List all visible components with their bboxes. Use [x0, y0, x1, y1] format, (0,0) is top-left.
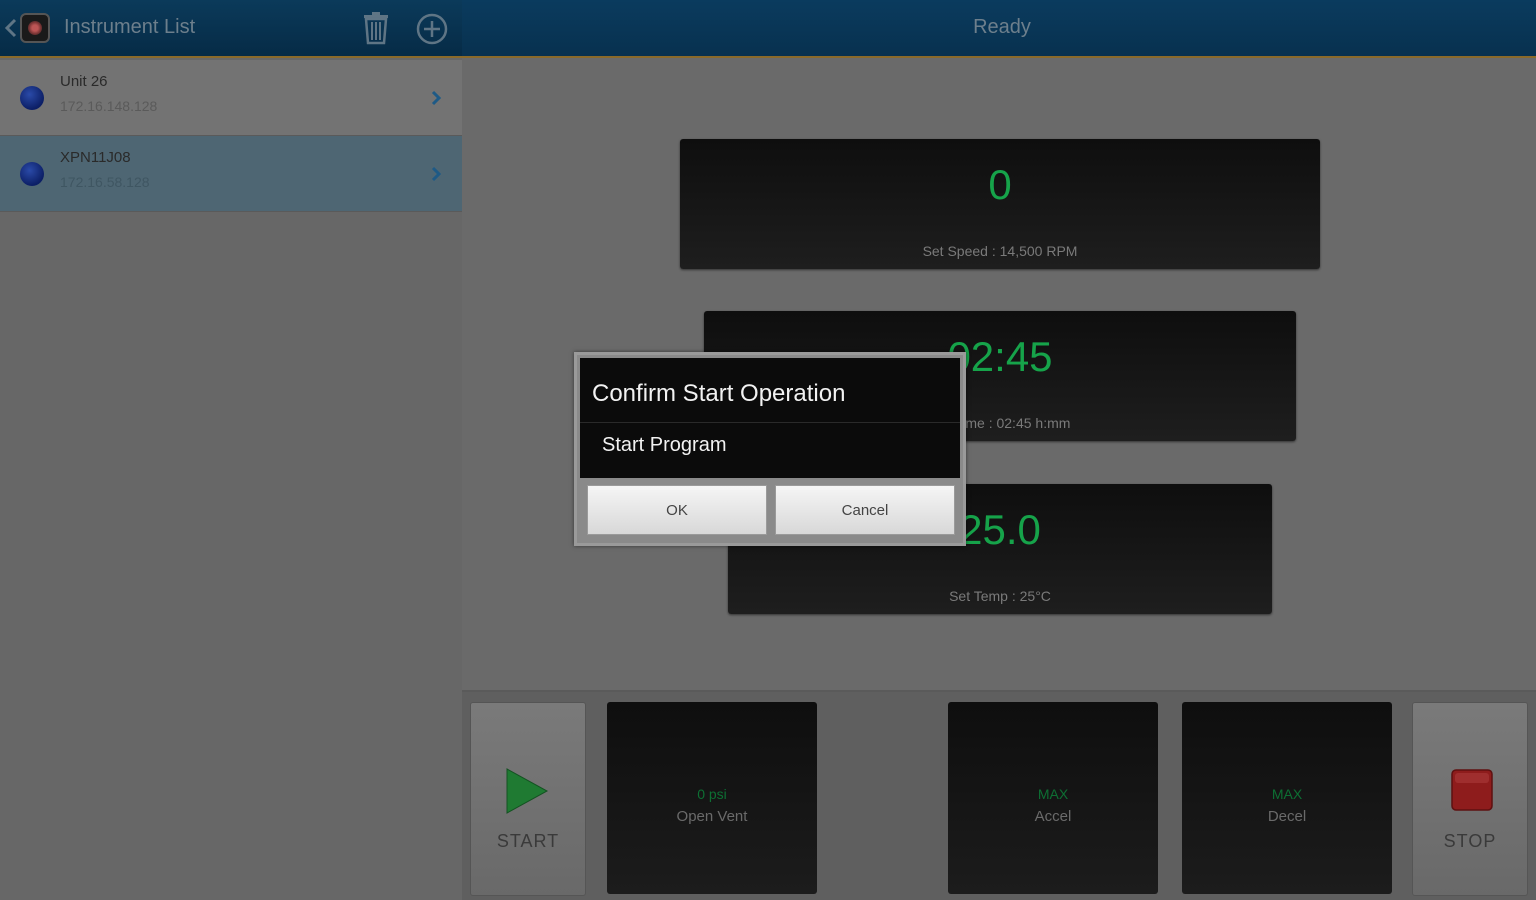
- decel-label: Decel: [1267, 808, 1307, 825]
- dialog-message: Start Program: [602, 434, 727, 456]
- add-icon[interactable]: [414, 11, 450, 47]
- speed-value: 0: [988, 161, 1012, 208]
- trash-icon[interactable]: [358, 10, 394, 46]
- vent-control[interactable]: 0 psi Open Vent: [607, 702, 817, 894]
- chevron-right-icon: [431, 166, 442, 182]
- instrument-item[interactable]: Unit 26 172.16.148.128: [0, 60, 462, 136]
- instrument-list: Unit 26 172.16.148.128 XPN11J08 172.16.5…: [0, 60, 462, 212]
- accel-control[interactable]: MAX Accel: [948, 702, 1158, 894]
- status-dot-icon: [20, 162, 44, 186]
- instrument-ip: 172.16.58.128: [60, 174, 150, 190]
- back-icon[interactable]: [4, 16, 18, 40]
- cancel-button[interactable]: Cancel: [775, 485, 955, 535]
- instrument-ip: 172.16.148.128: [60, 98, 158, 114]
- accel-label: Accel: [1034, 808, 1072, 825]
- control-bar: START 0 psi Open Vent MAX Accel MAX Dece…: [462, 690, 1536, 900]
- vent-value: 0 psi: [697, 786, 727, 802]
- app-root: Instrument List Unit 26 172.16.148.128 X…: [0, 0, 1536, 900]
- chevron-right-icon: [431, 90, 442, 106]
- confirm-dialog: Confirm Start Operation Start Program OK…: [574, 352, 966, 546]
- dialog-body: Confirm Start Operation Start Program: [580, 358, 960, 478]
- decel-control[interactable]: MAX Decel: [1182, 702, 1392, 894]
- start-button[interactable]: START: [470, 702, 586, 896]
- status-text: Ready: [973, 16, 1031, 38]
- speed-readout[interactable]: 0 Set Speed : 14,500 RPM: [680, 139, 1320, 269]
- run-header: Ready: [462, 0, 1536, 58]
- accel-value: MAX: [1037, 786, 1069, 802]
- stop-icon: [1451, 769, 1493, 811]
- instrument-list-title: Instrument List: [64, 16, 196, 38]
- instrument-name: XPN11J08: [60, 149, 131, 166]
- status-dot-icon: [20, 86, 44, 110]
- ok-button[interactable]: OK: [587, 485, 767, 535]
- instrument-name: Unit 26: [60, 73, 108, 90]
- decel-value: MAX: [1271, 786, 1303, 802]
- stop-button[interactable]: STOP: [1412, 702, 1528, 896]
- instrument-list-header: Instrument List: [0, 0, 462, 58]
- instrument-item[interactable]: XPN11J08 172.16.58.128: [0, 136, 462, 212]
- app-logo[interactable]: [20, 13, 50, 43]
- dialog-divider: [580, 422, 960, 423]
- start-label: START: [496, 831, 560, 851]
- stop-label: STOP: [1443, 831, 1497, 851]
- speed-setpoint: Set Speed : 14,500 RPM: [922, 243, 1078, 259]
- instrument-panel: Instrument List Unit 26 172.16.148.128 X…: [0, 0, 462, 900]
- vent-label: Open Vent: [676, 808, 748, 825]
- temp-setpoint: Set Temp : 25°C: [949, 588, 1051, 604]
- play-icon: [506, 768, 549, 814]
- dialog-title: Confirm Start Operation: [592, 380, 846, 407]
